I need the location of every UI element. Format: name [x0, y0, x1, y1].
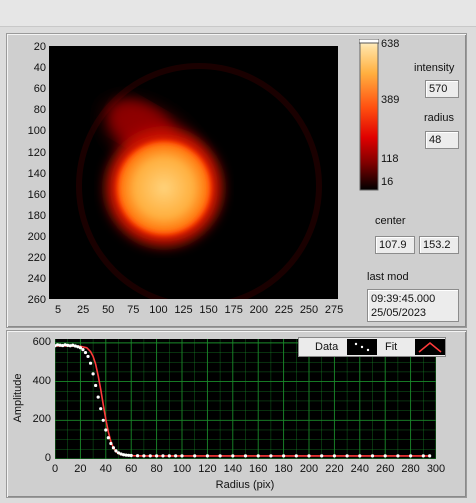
data-point — [320, 454, 324, 458]
data-point — [135, 454, 140, 458]
data-point — [421, 454, 425, 458]
data-point — [256, 454, 260, 458]
image-x-tick: 275 — [324, 304, 344, 316]
image-y-tick: 20 — [33, 41, 46, 53]
image-y-tick: 160 — [27, 188, 46, 201]
colorbar — [359, 39, 379, 191]
colorbar-tick-low: 118 — [381, 153, 399, 165]
plot-y-label: Amplitude — [12, 373, 24, 423]
data-point — [345, 454, 349, 458]
plot-y-tick: 400 — [32, 374, 51, 387]
plot-y-tick: 200 — [32, 413, 51, 426]
data-point — [358, 454, 362, 458]
data-point — [104, 428, 108, 432]
data-point — [282, 454, 286, 458]
data-point — [307, 454, 311, 458]
image-y-tick: 40 — [33, 62, 46, 75]
data-point — [231, 454, 235, 458]
last-mod-value[interactable]: 09:39:45.000 25/05/2023 — [367, 289, 459, 322]
data-point — [409, 454, 413, 458]
data-point — [428, 454, 432, 458]
plot-y-tick: 600 — [32, 335, 51, 348]
center-y-value[interactable]: 153.2 — [419, 236, 459, 254]
image-y-tick: 80 — [33, 104, 46, 117]
intensity-label: intensity — [414, 62, 455, 74]
colorbar-tick-max: 638 — [381, 38, 400, 50]
legend-fit-label: Fit — [385, 341, 398, 353]
image-y-tick: 240 — [27, 273, 46, 286]
legend-data-swatch — [347, 339, 377, 355]
radius-label: radius — [424, 112, 454, 124]
data-point — [94, 383, 98, 388]
data-point — [96, 395, 100, 399]
data-point — [129, 453, 133, 458]
data-point — [205, 454, 209, 458]
image-y-tick: 140 — [27, 167, 46, 180]
data-point — [111, 446, 116, 450]
last-mod-time: 09:39:45.000 — [371, 293, 436, 305]
window-top-bar — [0, 0, 476, 27]
plot-x-tick: 300 — [426, 463, 446, 475]
center-x-value[interactable]: 107.9 — [375, 236, 415, 254]
data-point — [161, 454, 165, 458]
data-point — [180, 454, 184, 458]
intensity-value[interactable]: 570 — [425, 80, 459, 98]
profile-plot[interactable] — [55, 339, 436, 459]
data-point — [269, 454, 273, 458]
legend-fit-swatch — [415, 339, 445, 355]
plot-x-label: Radius (pix) — [215, 479, 275, 491]
plot-legend: Data Fit — [298, 337, 446, 357]
colorbar-tick-mid: 389 — [381, 94, 400, 106]
last-mod-label: last mod — [367, 271, 409, 283]
data-point — [193, 454, 197, 458]
data-point — [86, 354, 90, 359]
center-label: center — [375, 215, 406, 227]
data-point — [142, 454, 146, 458]
image-y-tick: 120 — [27, 146, 46, 159]
image-y-tick: 60 — [33, 83, 46, 96]
data-point — [88, 361, 93, 365]
image-y-tick: 100 — [27, 125, 46, 138]
data-point — [370, 454, 375, 458]
last-mod-date: 25/05/2023 — [371, 307, 427, 319]
data-point — [83, 350, 88, 355]
legend-data-label: Data — [315, 341, 339, 353]
data-point — [243, 454, 248, 458]
data-point — [91, 372, 95, 376]
data-point — [148, 454, 152, 458]
data-point — [174, 454, 178, 458]
image-y-tick: 180 — [27, 209, 46, 222]
data-point — [218, 454, 222, 458]
beam-image[interactable] — [49, 46, 338, 299]
data-point — [294, 454, 298, 458]
radius-value[interactable]: 48 — [425, 131, 459, 149]
beam-core — [116, 140, 212, 236]
data-point — [99, 407, 103, 411]
data-point — [396, 454, 400, 458]
data-point — [109, 441, 113, 446]
data-point — [106, 436, 110, 440]
data-point — [114, 449, 118, 453]
data-point — [78, 346, 82, 350]
colorbar-tick-min: 16 — [381, 176, 394, 188]
data-point — [81, 348, 85, 352]
data-point — [383, 454, 387, 458]
data-point — [167, 454, 171, 458]
image-y-tick: 200 — [27, 230, 46, 243]
data-point — [101, 418, 105, 422]
data-point — [155, 454, 159, 458]
data-point — [332, 454, 336, 458]
image-y-tick: 220 — [27, 252, 46, 264]
